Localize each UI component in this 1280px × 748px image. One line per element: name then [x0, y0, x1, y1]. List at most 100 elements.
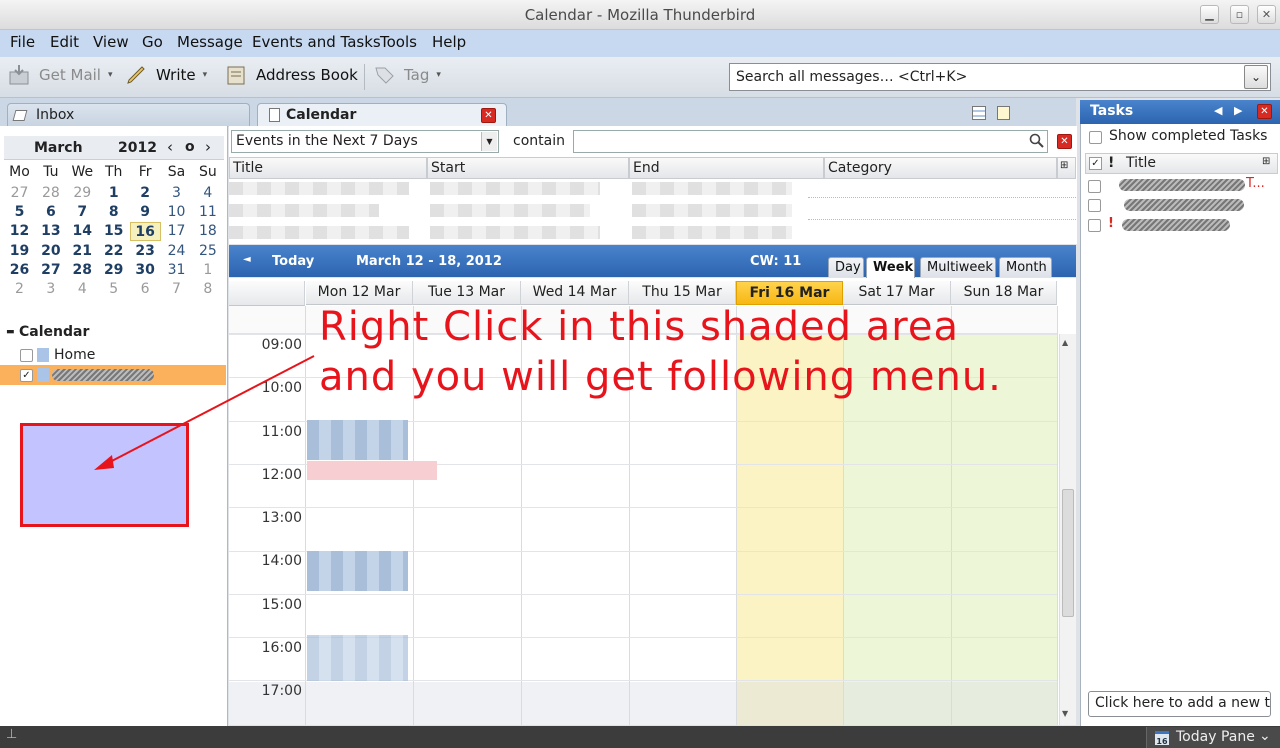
minimonth-day[interactable]: 31: [161, 261, 192, 280]
minimonth-day[interactable]: 27: [35, 261, 66, 280]
minimonth-day[interactable]: 20: [35, 242, 66, 261]
redacted-task[interactable]: [1122, 219, 1230, 231]
tasks-next-icon[interactable]: ▶: [1234, 104, 1242, 117]
chevron-down-icon[interactable]: ▼: [481, 132, 497, 151]
previous-week-icon[interactable]: ◄: [243, 254, 251, 265]
redacted-task[interactable]: [1119, 179, 1245, 191]
menu-file[interactable]: File: [10, 33, 35, 51]
minimonth-day[interactable]: 10: [161, 203, 192, 222]
maximize-icon[interactable]: ▫: [1230, 5, 1249, 24]
show-completed-label[interactable]: Show completed Tasks: [1109, 128, 1267, 144]
task-checkbox[interactable]: [1088, 219, 1101, 232]
scroll-thumb[interactable]: [1062, 489, 1074, 617]
column-picker-icon[interactable]: ⊞: [1057, 157, 1076, 179]
scroll-up-icon[interactable]: ▲: [1062, 338, 1068, 347]
task-view-icon[interactable]: [997, 106, 1010, 120]
chevron-down-icon[interactable]: ▾: [436, 70, 441, 80]
get-mail-button[interactable]: Get Mail ▾: [8, 64, 113, 86]
minimonth-day[interactable]: 29: [67, 184, 98, 203]
view-tab-month[interactable]: Month: [999, 257, 1052, 277]
day-header-sun[interactable]: Sun 18 Mar: [951, 281, 1057, 305]
write-button[interactable]: Write ▾: [125, 64, 207, 86]
minimonth-day[interactable]: 4: [192, 184, 223, 203]
today-circle-icon[interactable]: o: [185, 139, 195, 155]
completed-column-icon[interactable]: ✓: [1089, 157, 1102, 170]
list-item[interactable]: [632, 182, 792, 195]
home-calendar-checkbox[interactable]: [20, 349, 33, 362]
scroll-down-icon[interactable]: ▼: [1062, 709, 1068, 718]
task-checkbox[interactable]: [1088, 180, 1101, 193]
minimonth-day[interactable]: 3: [35, 280, 66, 299]
search-icon[interactable]: [1029, 133, 1045, 149]
column-picker-icon[interactable]: ⊞: [1262, 156, 1270, 167]
today-button[interactable]: Today: [272, 254, 314, 269]
minimize-icon[interactable]: ▁: [1200, 5, 1219, 24]
highlight-shaded-area[interactable]: [20, 423, 189, 527]
off-hours-area[interactable]: [229, 682, 1057, 725]
minimonth-day[interactable]: 12: [4, 222, 35, 241]
day-header-thu[interactable]: Thu 15 Mar: [629, 281, 736, 305]
minimonth-day[interactable]: 28: [67, 261, 98, 280]
column-start[interactable]: Start: [427, 157, 629, 179]
calendar-event[interactable]: [307, 461, 437, 480]
close-search-icon[interactable]: ✕: [1057, 134, 1072, 149]
minimonth-day[interactable]: 21: [67, 242, 98, 261]
minimonth-day[interactable]: 3: [161, 184, 192, 203]
minimonth-day[interactable]: 26: [4, 261, 35, 280]
tasks-title-column[interactable]: Title: [1126, 155, 1156, 171]
minimonth-day[interactable]: 6: [35, 203, 66, 222]
list-item[interactable]: [430, 204, 590, 217]
grid-scrollbar[interactable]: ▲ ▼: [1059, 334, 1076, 725]
list-item[interactable]: [430, 182, 600, 195]
menu-view[interactable]: View: [93, 33, 129, 51]
day-header-tue[interactable]: Tue 13 Mar: [413, 281, 521, 305]
search-input[interactable]: Search all messages… <Ctrl+K>: [729, 63, 1271, 91]
calendar-event[interactable]: [307, 551, 408, 591]
redacted-task[interactable]: [1124, 199, 1244, 211]
close-window-icon[interactable]: ✕: [1257, 5, 1276, 24]
minimonth-day[interactable]: 1: [98, 184, 129, 203]
minimonth-day[interactable]: 30: [130, 261, 161, 280]
day-header-fri-today[interactable]: Fri 16 Mar: [736, 281, 843, 305]
view-tab-day[interactable]: Day: [828, 257, 864, 277]
minimonth-day[interactable]: 8: [98, 203, 129, 222]
collapse-icon[interactable]: ▬: [6, 327, 15, 337]
minimonth-day[interactable]: 29: [98, 261, 129, 280]
list-item[interactable]: [430, 226, 600, 239]
minimonth-day[interactable]: 4: [67, 280, 98, 299]
minimonth-day[interactable]: 23: [130, 242, 161, 261]
event-search-input[interactable]: [573, 130, 1048, 153]
address-book-button[interactable]: Address Book: [225, 64, 358, 86]
events-filter-select[interactable]: Events in the Next 7 Days: [231, 130, 499, 153]
minimonth-day[interactable]: 11: [192, 203, 223, 222]
minimonth-day[interactable]: 14: [67, 222, 98, 241]
selected-calendar-checkbox[interactable]: ✓: [20, 369, 33, 382]
minimonth-day[interactable]: 18: [192, 222, 223, 241]
show-completed-checkbox[interactable]: [1089, 131, 1102, 144]
today-pane-toggle[interactable]: 16 Today Pane ⌄: [1146, 727, 1280, 748]
list-item[interactable]: [229, 204, 379, 217]
day-header-wed[interactable]: Wed 14 Mar: [521, 281, 629, 305]
calendar-event[interactable]: [307, 420, 408, 460]
list-item[interactable]: [632, 226, 792, 239]
list-item[interactable]: [229, 226, 409, 239]
close-tasks-icon[interactable]: ✕: [1257, 104, 1272, 119]
minimonth-year[interactable]: 2012: [118, 140, 157, 156]
minimonth-day[interactable]: 22: [98, 242, 129, 261]
next-month-icon[interactable]: ›: [205, 138, 211, 156]
tab-calendar[interactable]: Calendar ✕: [257, 103, 507, 127]
day-header-mon[interactable]: Mon 12 Mar: [306, 281, 413, 305]
minimonth-day[interactable]: 5: [4, 203, 35, 222]
menu-edit[interactable]: Edit: [50, 33, 79, 51]
calendar-view-icon[interactable]: [972, 106, 986, 120]
task-checkbox[interactable]: [1088, 199, 1101, 212]
view-tab-multiweek[interactable]: Multiweek: [920, 257, 996, 277]
minimonth-day[interactable]: 9: [130, 203, 161, 222]
online-status-icon[interactable]: ⊥: [6, 727, 17, 742]
menu-tools[interactable]: Tools: [380, 33, 417, 51]
calendar-event[interactable]: [307, 635, 408, 681]
minimonth-day[interactable]: 8: [192, 280, 223, 299]
chevron-down-icon[interactable]: ▾: [108, 70, 113, 80]
minimonth-day[interactable]: 2: [130, 184, 161, 203]
minimonth-day[interactable]: 6: [130, 280, 161, 299]
